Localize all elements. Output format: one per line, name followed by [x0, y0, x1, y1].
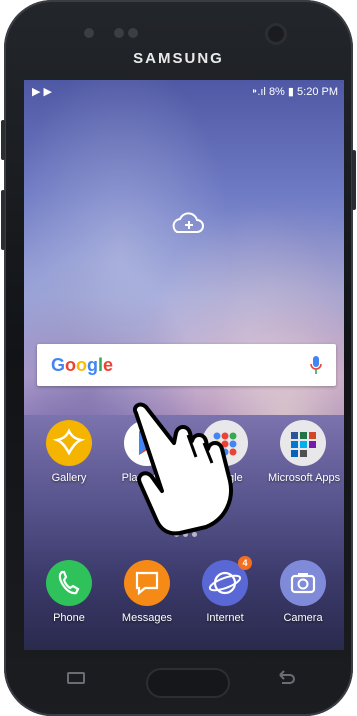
app-label: Camera — [283, 612, 323, 624]
cloud-add-icon[interactable] — [169, 210, 205, 236]
brand-logo: SAMSUNG — [133, 50, 224, 67]
notification-badge: 4 — [238, 556, 252, 570]
recent-apps-icon[interactable] — [66, 670, 86, 686]
volume-down-button[interactable] — [1, 190, 5, 250]
app-microsoft-folder[interactable]: Microsoft Apps — [268, 420, 341, 484]
phone-top-bezel: SAMSUNG — [4, 0, 353, 80]
notification-icons: ▶ ▶ — [32, 85, 52, 98]
google-search-bar[interactable]: Google — [37, 344, 336, 386]
sensor-icon — [84, 28, 94, 38]
microsoft-folder-icon — [280, 420, 326, 466]
mic-icon[interactable] — [310, 355, 322, 375]
app-label: Gallery — [51, 472, 87, 484]
camera-icon — [280, 560, 326, 606]
phone-icon — [46, 560, 92, 606]
front-camera-icon — [268, 26, 284, 42]
tap-pointer-hand-icon — [133, 402, 233, 536]
signal-icon: ⁍.ıl — [251, 86, 266, 98]
phone-body: SAMSUNG ▶ ▶ ⁍.ıl 8% ▮ 5:20 PM Google Gal… — [1, 0, 356, 716]
app-label: Messages — [121, 612, 173, 624]
sensor-icon — [128, 28, 138, 38]
app-label: Phone — [53, 612, 85, 624]
app-camera[interactable]: Camera — [268, 560, 338, 624]
messages-icon — [124, 560, 170, 606]
app-gallery[interactable]: Gallery — [34, 420, 104, 484]
power-button[interactable] — [352, 150, 356, 210]
status-bar: ▶ ▶ ⁍.ıl 8% ▮ 5:20 PM — [24, 83, 344, 99]
app-label: Microsoft Apps — [268, 472, 341, 484]
gallery-icon — [46, 420, 92, 466]
app-phone[interactable]: Phone — [34, 560, 104, 624]
google-logo: Google — [51, 355, 114, 375]
home-button[interactable] — [148, 670, 228, 696]
volume-up-button[interactable] — [1, 120, 5, 160]
play-icon: ▶ — [32, 86, 41, 98]
play-icon: ▶ — [43, 86, 52, 98]
app-messages[interactable]: Messages — [112, 560, 182, 624]
back-icon[interactable] — [274, 670, 296, 686]
home-screen: ▶ ▶ ⁍.ıl 8% ▮ 5:20 PM Google Gallery Pla… — [24, 80, 344, 650]
app-label: Internet — [206, 612, 244, 624]
internet-icon: 4 — [202, 556, 252, 606]
battery-icon: ▮ — [287, 86, 294, 98]
status-right: ⁍.ıl 8% ▮ 5:20 PM — [252, 85, 338, 98]
battery-percent: 8% — [268, 86, 285, 98]
sensor-icon — [114, 28, 124, 38]
app-internet[interactable]: 4 Internet — [190, 556, 260, 624]
clock: 5:20 PM — [297, 86, 338, 98]
